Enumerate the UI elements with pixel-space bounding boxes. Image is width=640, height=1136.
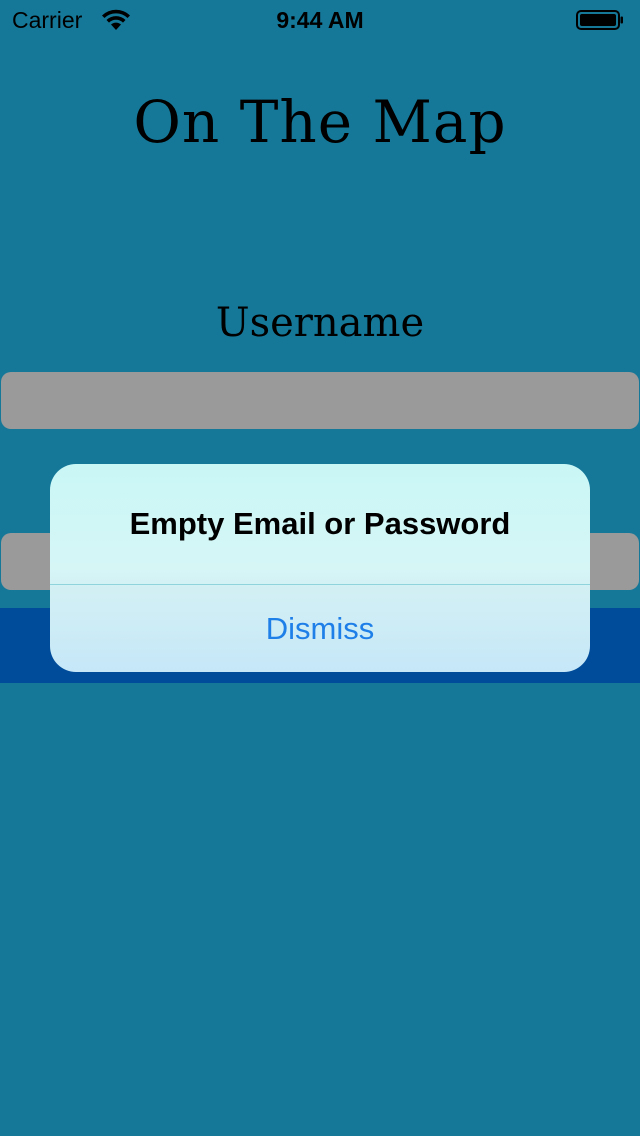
alert-dialog: Empty Email or Password Dismiss [50, 464, 590, 672]
dismiss-button[interactable]: Dismiss [50, 585, 590, 672]
login-screen: Carrier 9:44 AM On The Map Username Empt… [0, 0, 640, 1136]
alert-title: Empty Email or Password [129, 506, 511, 541]
